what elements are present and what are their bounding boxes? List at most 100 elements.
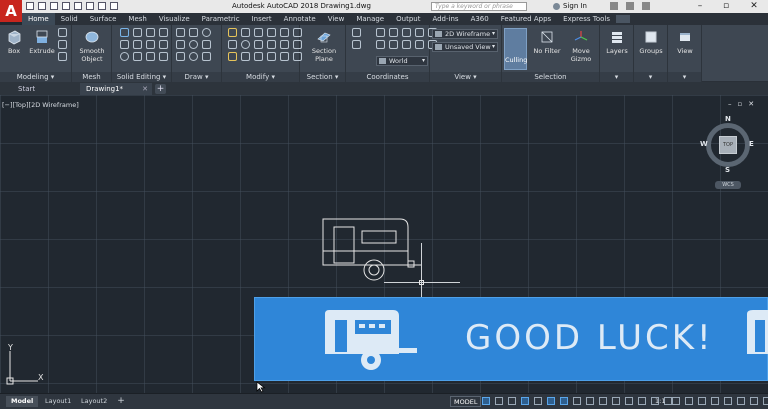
compass-east[interactable]: E [749,140,754,148]
hardware-acceleration-icon[interactable] [737,397,745,405]
annotation-scale[interactable]: 1:1 [655,396,665,407]
drawing-area[interactable]: [−][Top][2D Wireframe] – ▫ ✕ TOP N S E W… [0,95,768,393]
culling-button[interactable]: Culling [504,28,527,70]
ucs-world-icon[interactable] [389,28,398,37]
spline-icon[interactable] [202,52,211,61]
arc-icon[interactable] [202,28,211,37]
tab-layout2[interactable]: Layout2 [76,396,112,407]
compass-north[interactable]: N [725,115,731,123]
viewport-close-icon[interactable]: ✕ [748,100,754,108]
save-as-icon[interactable] [62,2,70,10]
circle-icon[interactable] [189,40,198,49]
ucs-object-icon[interactable] [415,40,424,49]
selection-panel-label[interactable]: Selection [502,72,599,82]
3d-object-snap-icon[interactable] [612,397,620,405]
open-icon[interactable] [38,2,46,10]
selection-filter-icon[interactable] [638,397,646,405]
rectangle-icon[interactable] [176,40,185,49]
align-icon[interactable] [228,52,237,61]
union-icon[interactable] [120,28,129,37]
viewcube[interactable]: TOP N S E W [700,115,756,174]
interfere-icon[interactable] [159,28,168,37]
ucs-origin-icon[interactable] [376,40,385,49]
selection-cycling-icon[interactable] [599,397,607,405]
snap-icon[interactable] [495,397,503,405]
polygon-icon[interactable] [176,52,185,61]
ucs-x-icon[interactable] [402,28,411,37]
smooth-object-button[interactable]: Smooth Object [76,29,108,63]
object-snap-icon[interactable] [560,397,568,405]
sign-in-button[interactable]: Sign In [553,2,587,10]
erase-icon[interactable] [267,40,276,49]
lineweight-icon[interactable] [573,397,581,405]
layers-button[interactable]: Layers [602,29,632,55]
tab-mesh[interactable]: Mesh [122,13,152,25]
section-plane-button[interactable]: Section Plane [308,29,340,63]
tab-start[interactable]: Start [12,83,78,95]
wcs-menu[interactable]: WCS [715,181,741,189]
tab-express-tools[interactable]: Express Tools [557,13,616,25]
restore-button[interactable]: ▫ [714,0,738,13]
ucs-named-dropdown[interactable]: World ▾ [376,56,428,66]
save-icon[interactable] [50,2,58,10]
exchange-apps-icon[interactable] [610,2,618,10]
compass-south[interactable]: S [725,166,730,174]
extract-edges-icon[interactable] [146,40,155,49]
customization-icon[interactable] [763,397,768,405]
application-menu-button[interactable]: A [0,0,22,22]
groups-button[interactable]: Groups [636,29,666,55]
trim-icon[interactable] [228,40,237,49]
tab-a360[interactable]: A360 [465,13,495,25]
view-panel-label[interactable]: View ▾ [430,72,501,82]
tab-home[interactable]: Home [22,13,55,25]
ucs-icon-properties-icon[interactable] [352,28,361,37]
tab-drawing1[interactable]: Drawing1* ✕ [80,83,152,95]
explode-icon[interactable] [280,40,289,49]
annotation-monitor-icon[interactable] [685,397,693,405]
new-icon[interactable] [26,2,34,10]
help-icon[interactable] [642,2,650,10]
redo-icon[interactable] [98,2,106,10]
modify-panel-label[interactable]: Modify ▾ [222,72,299,82]
workspace-icon[interactable] [110,2,118,10]
solid-editing-panel-label[interactable]: Solid Editing ▾ [112,72,171,82]
transparency-icon[interactable] [586,397,594,405]
subtract-icon[interactable] [133,28,142,37]
tab-layout1[interactable]: Layout1 [40,396,76,407]
search-input[interactable]: Type a keyword or phrase [431,2,527,11]
named-view-dropdown[interactable]: Unsaved View ▾ [432,42,498,52]
presspull-icon[interactable] [58,28,67,37]
sweep-icon[interactable] [58,52,67,61]
workspace-switch-icon[interactable] [672,397,680,405]
shell-icon[interactable] [146,52,155,61]
object-snap-tracking-icon[interactable] [547,397,555,405]
tab-featured-apps[interactable]: Featured Apps [495,13,557,25]
ucs-previous-icon[interactable] [352,40,361,49]
clean-screen-icon[interactable] [750,397,758,405]
tab-visualize[interactable]: Visualize [153,13,196,25]
mirror-icon[interactable] [280,28,289,37]
chamfer-icon[interactable] [267,52,276,61]
slice-icon[interactable] [120,40,129,49]
mesh-panel-label[interactable]: Mesh [72,72,111,82]
print-icon[interactable] [74,2,82,10]
ucs-view-icon[interactable] [402,40,411,49]
new-drawing-tab-button[interactable]: + [155,84,166,94]
ortho-icon[interactable] [508,397,516,405]
minimize-button[interactable]: – [688,0,712,13]
revolve-icon[interactable] [58,40,67,49]
rotate-icon[interactable] [267,28,276,37]
ucs-3point-icon[interactable] [389,40,398,49]
no-filter-button[interactable]: No Filter [532,29,562,55]
polyline-icon[interactable] [189,28,198,37]
lengthen-icon[interactable] [280,52,289,61]
view-tools-panel-expander[interactable]: ▾ [668,72,701,82]
offset-edge-icon[interactable] [159,40,168,49]
thicken-icon[interactable] [133,40,142,49]
model-space-button[interactable]: MODEL [450,396,482,407]
hatch-icon[interactable] [202,40,211,49]
fillet-icon[interactable] [241,40,250,49]
ellipse-icon[interactable] [189,52,198,61]
break-icon[interactable] [254,52,263,61]
add-layout-button[interactable]: + [116,396,126,406]
